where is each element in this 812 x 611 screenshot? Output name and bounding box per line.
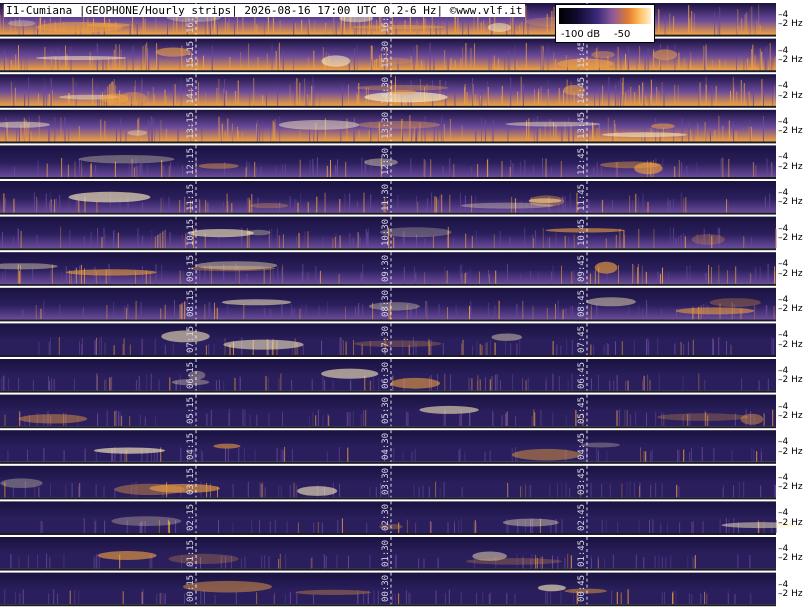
colorbar-high-label: -50 <box>614 29 631 40</box>
time-label: 09:45 <box>577 254 587 282</box>
colorbar-gradient <box>559 8 651 24</box>
freq-tick-label: –2 Hz <box>778 55 803 66</box>
freq-tick-label: –2 Hz <box>778 482 803 493</box>
time-label: 08:30 <box>381 290 391 318</box>
time-label: 08:45 <box>577 290 587 318</box>
freq-tick-label: –2 Hz <box>778 375 803 386</box>
time-label: 15:45 <box>577 41 587 69</box>
freq-tick-label: –2 Hz <box>778 446 803 457</box>
time-label: 02:15 <box>186 503 196 531</box>
time-label: 01:30 <box>381 539 391 567</box>
freq-tick-label: –2 Hz <box>778 197 803 208</box>
time-label: 06:15 <box>186 361 196 389</box>
time-label: 12:45 <box>577 147 587 175</box>
freq-tick-label: –2 Hz <box>778 304 803 315</box>
time-label: 00:45 <box>577 575 587 603</box>
time-label: 06:30 <box>381 361 391 389</box>
colorbar-legend: -100 dB -50 <box>555 4 655 43</box>
time-label: 00:15 <box>186 575 196 603</box>
time-label: 00:30 <box>381 575 391 603</box>
time-label: 05:45 <box>577 397 587 425</box>
time-label: 08:15 <box>186 290 196 318</box>
time-label: 15:30 <box>381 41 391 69</box>
colorbar-low-label: -100 dB <box>561 29 601 40</box>
time-label: 02:45 <box>577 503 587 531</box>
time-label: 12:30 <box>381 147 391 175</box>
time-label: 06:45 <box>577 361 587 389</box>
time-label: 11:30 <box>381 183 391 211</box>
time-label: 14:15 <box>186 76 196 104</box>
time-label: 07:30 <box>381 325 391 353</box>
time-label: 03:45 <box>577 468 587 496</box>
spectrogram-canvas <box>0 3 801 607</box>
freq-tick-label: –2 Hz <box>778 90 803 101</box>
hour-strip-02 <box>0 501 801 535</box>
time-label: 14:30 <box>381 76 391 104</box>
freq-tick-label: –2 Hz <box>778 517 803 528</box>
freq-tick-label: –2 Hz <box>778 161 803 172</box>
time-label: 10:30 <box>381 219 391 247</box>
time-label: 05:30 <box>381 397 391 425</box>
time-label: 09:15 <box>186 254 196 282</box>
time-label: 07:15 <box>186 325 196 353</box>
time-label: 04:15 <box>186 432 196 460</box>
freq-tick-label: –2 Hz <box>778 268 803 279</box>
time-label: 03:30 <box>381 468 391 496</box>
chart-title: I1-Cumiana |GEOPHONE/Hourly strips| 2026… <box>4 4 525 17</box>
freq-tick-label: –2 Hz <box>778 553 803 564</box>
freq-tick-label: –2 Hz <box>778 411 803 422</box>
time-label: 10:15 <box>186 219 196 247</box>
freq-tick-label: –2 Hz <box>778 339 803 350</box>
time-label: 10:45 <box>577 219 587 247</box>
time-label: 11:45 <box>577 183 587 211</box>
time-label: 04:30 <box>381 432 391 460</box>
time-label: 15:15 <box>186 41 196 69</box>
time-label: 07:45 <box>577 325 587 353</box>
time-label: 02:30 <box>381 503 391 531</box>
time-label: 13:15 <box>186 112 196 140</box>
time-label: 01:45 <box>577 539 587 567</box>
time-label: 09:30 <box>381 254 391 282</box>
time-label: 13:45 <box>577 112 587 140</box>
time-label: 03:15 <box>186 468 196 496</box>
time-label: 13:30 <box>381 112 391 140</box>
freq-tick-label: –2 Hz <box>778 589 803 600</box>
time-label: 05:15 <box>186 397 196 425</box>
freq-tick-label: –2 Hz <box>778 19 803 30</box>
time-label: 12:15 <box>186 147 196 175</box>
freq-tick-label: –2 Hz <box>778 233 803 244</box>
freq-tick-label: –2 Hz <box>778 126 803 137</box>
time-label: 11:15 <box>186 183 196 211</box>
time-label: 04:45 <box>577 432 587 460</box>
time-label: 14:45 <box>577 76 587 104</box>
time-label: 01:15 <box>186 539 196 567</box>
